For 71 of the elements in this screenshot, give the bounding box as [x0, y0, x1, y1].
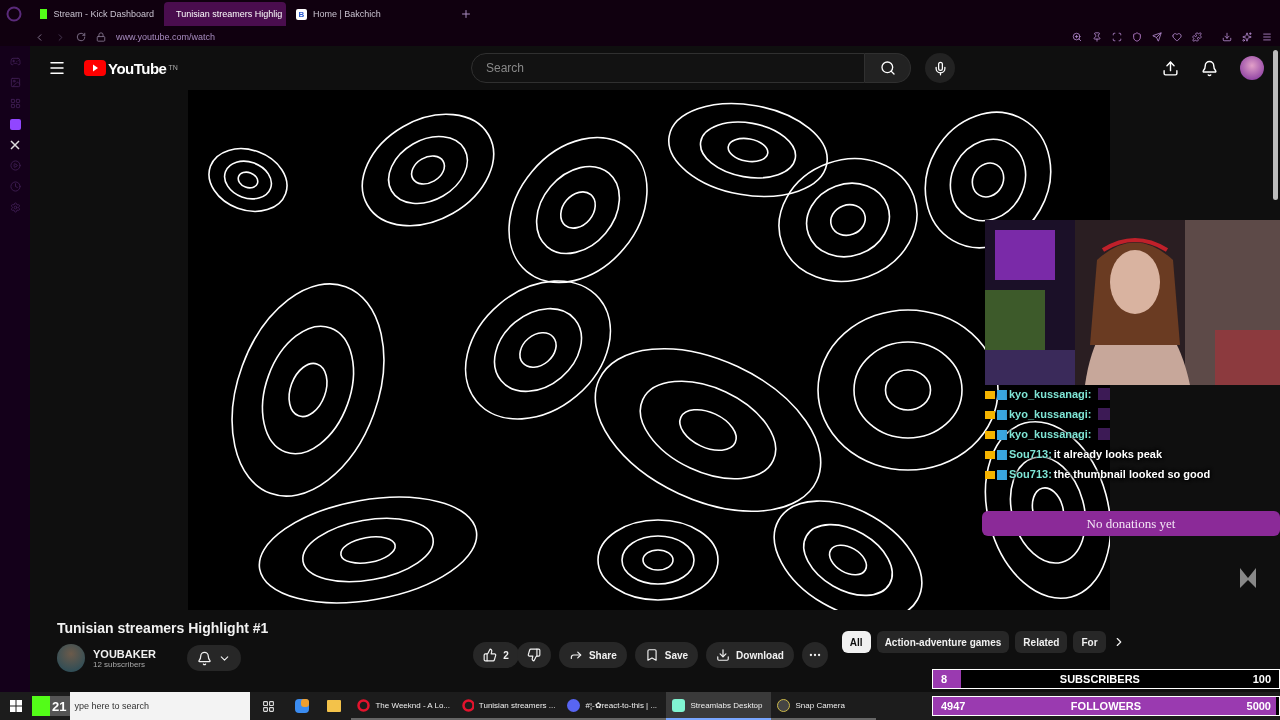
address-field[interactable]: www.youtube.com/watch — [116, 32, 1062, 42]
sparkles-icon[interactable] — [1242, 32, 1252, 42]
filter-chip[interactable]: All — [841, 631, 871, 653]
copilot-icon[interactable] — [295, 699, 310, 713]
avatar[interactable] — [1240, 56, 1264, 80]
filter-chip[interactable]: For — [1073, 631, 1106, 653]
ring-icon — [357, 698, 371, 712]
share-arrow-icon — [568, 648, 583, 662]
lock-icon — [96, 32, 106, 42]
bell-icon — [197, 650, 212, 666]
upload-icon[interactable] — [1162, 59, 1179, 77]
zoom-icon[interactable] — [1072, 32, 1082, 42]
kick-icon — [40, 9, 48, 19]
goal-count: 8 — [940, 673, 949, 685]
snapshot-icon[interactable] — [1112, 32, 1122, 42]
scrollbar[interactable] — [1273, 50, 1278, 200]
menu-icon[interactable] — [48, 59, 66, 77]
reload-icon[interactable] — [76, 32, 86, 42]
heart-icon[interactable] — [1172, 32, 1182, 42]
search-field[interactable]: Search — [471, 53, 865, 83]
search-button[interactable] — [865, 53, 911, 83]
lens-icon — [777, 698, 791, 712]
action-button[interactable]: Download — [706, 642, 794, 668]
taskbar-app[interactable]: Tunisian streamers ... — [456, 692, 562, 720]
goal-target: 5000 — [1245, 700, 1272, 712]
like-button[interactable]: 2 — [473, 642, 519, 668]
goal-label: FOLLOWERS — [1069, 700, 1143, 712]
goal-label: SUBSCRIBERS — [1058, 673, 1141, 685]
site-letter-icon: B — [296, 8, 307, 20]
video-title: Tunisian streamers Highlight #1 — [57, 620, 269, 636]
dislike-button[interactable] — [516, 642, 551, 668]
thumbs-down-icon — [526, 648, 541, 662]
browser-tab[interactable]: Stream - Kick Dashboard — [34, 2, 160, 26]
taskbar-app[interactable]: Snap Camera — [771, 692, 877, 720]
browser-tab[interactable]: Tunisian streamers Highlig — [164, 2, 286, 26]
channel-avatar[interactable] — [57, 644, 85, 672]
bookmark-icon — [644, 648, 659, 662]
mic-button[interactable] — [925, 53, 955, 83]
ring-icon — [462, 698, 474, 712]
filter-chip[interactable]: Related — [1015, 631, 1068, 653]
search-icon — [879, 60, 896, 76]
browser-tab[interactable]: B Home | Bakchich — [290, 2, 416, 26]
filter-chip[interactable]: Action-adventure games — [876, 631, 1010, 653]
thumbs-up-icon — [483, 648, 498, 662]
logo-text[interactable]: YouTube — [108, 59, 167, 77]
shield-icon[interactable] — [1132, 32, 1142, 42]
mic-icon — [932, 60, 948, 76]
logo-icon — [1238, 566, 1258, 590]
taskbar-app[interactable]: Streamlabs Desktop — [666, 692, 772, 720]
download-icon — [716, 648, 731, 662]
pin-icon[interactable] — [1092, 32, 1102, 42]
search-input[interactable]: Search — [484, 60, 864, 76]
subscriber-count: 12 subscribers — [93, 659, 147, 669]
play-logo-icon — [84, 60, 106, 76]
task-view-icon[interactable] — [262, 699, 276, 713]
goal-target: 100 — [1251, 673, 1272, 685]
action-button[interactable]: Share — [558, 642, 627, 668]
action-button[interactable]: Save — [634, 642, 699, 668]
new-tab-icon[interactable] — [460, 8, 472, 20]
send-icon[interactable] — [1152, 32, 1162, 42]
folder-icon[interactable] — [327, 700, 342, 712]
extensions-icon[interactable] — [1192, 32, 1202, 42]
taskbar-app[interactable]: The Weeknd - A Lo... — [351, 692, 457, 720]
channel-name[interactable]: YOUBAKER — [93, 647, 179, 660]
x-icon[interactable] — [10, 140, 20, 150]
goal-count: 4947 — [940, 700, 967, 712]
notification-button[interactable] — [187, 645, 241, 671]
kick-badge: 21 — [32, 696, 71, 716]
downloads-icon[interactable] — [1222, 32, 1232, 42]
notifications-icon[interactable] — [1201, 59, 1218, 77]
taskbar-search-field[interactable]: ype here to search — [70, 692, 251, 720]
